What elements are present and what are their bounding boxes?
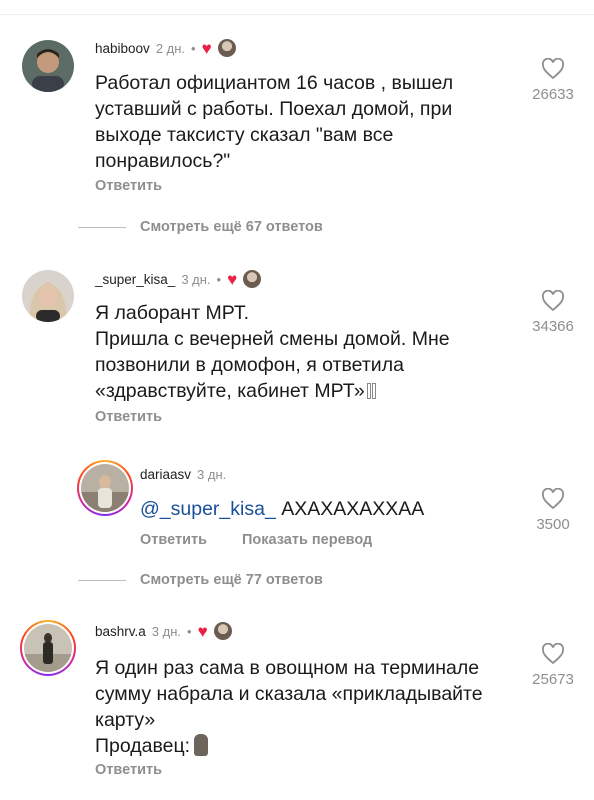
top-divider [0, 14, 594, 15]
divider-line [78, 226, 126, 228]
username[interactable]: habiboov [95, 41, 150, 56]
avatar[interactable] [24, 624, 72, 672]
like-count: 3500 [536, 516, 570, 533]
author-avatar-mini [243, 270, 262, 288]
comment-text: Я лаборант МРТ. Пришла с вечерней смены … [95, 300, 450, 404]
view-more-replies[interactable]: Смотреть ещё 77 ответов [78, 572, 323, 588]
reply-text: @_super_kisa_ АХАХАХАХХАА [140, 496, 424, 522]
divider-line [78, 579, 126, 581]
like-button[interactable]: 3500 [523, 488, 583, 533]
emoji-placeholder-icon [371, 383, 376, 399]
moai-emoji-icon [194, 734, 209, 756]
comment-text: Работал официантом 16 часов , вышел уста… [95, 72, 454, 172]
story-ring[interactable] [20, 620, 76, 676]
like-button[interactable]: 26633 [523, 58, 583, 103]
heart-outline-icon[interactable] [541, 290, 565, 312]
avatar[interactable] [81, 464, 129, 512]
avatar[interactable] [22, 270, 74, 322]
username[interactable]: dariaasv [140, 467, 191, 482]
timestamp: 3 дн. [197, 467, 227, 482]
like-count: 26633 [532, 86, 574, 103]
like-button[interactable]: 34366 [523, 290, 583, 335]
author-liked-heart-icon: ♥ [197, 621, 208, 641]
author-liked-heart-icon: ♥ [201, 38, 212, 58]
comment-text: Я один раз сама в овощном на терминале с… [95, 655, 483, 759]
timestamp: 3 дн. [151, 623, 181, 639]
view-more-replies[interactable]: Смотреть ещё 67 ответов [78, 219, 323, 235]
username[interactable]: _super_kisa_ [95, 272, 175, 287]
view-more-replies-label[interactable]: Смотреть ещё 77 ответов [140, 572, 323, 588]
separator-dot: • [187, 623, 192, 639]
view-more-replies-label[interactable]: Смотреть ещё 67 ответов [140, 219, 323, 235]
author-avatar-mini [213, 622, 232, 640]
heart-outline-icon[interactable] [541, 488, 565, 510]
heart-outline-icon[interactable] [541, 58, 565, 80]
story-ring[interactable] [77, 460, 133, 516]
reply-text-body: АХАХАХАХХАА [275, 498, 425, 520]
like-count: 25673 [532, 671, 574, 688]
like-count: 34366 [532, 318, 574, 335]
reply-button[interactable]: Ответить [95, 762, 162, 778]
separator-dot: • [216, 271, 222, 287]
comment-text-body: Я один раз сама в овощном на терминале с… [95, 657, 483, 757]
reply-button[interactable]: Ответить [140, 532, 207, 548]
separator-dot: • [191, 40, 196, 56]
avatar[interactable] [22, 40, 74, 92]
timestamp: 3 дн. [181, 271, 211, 287]
like-button[interactable]: 25673 [523, 643, 583, 688]
timestamp: 2 дн. [155, 40, 186, 56]
author-liked-heart-icon: ♥ [227, 269, 238, 289]
comment-text-body: Я лаборант МРТ. Пришла с вечерней смены … [95, 302, 450, 402]
mention-link[interactable]: @_super_kisa_ [140, 498, 276, 520]
reply-button[interactable]: Ответить [95, 178, 162, 194]
show-translation-button[interactable]: Показать перевод [242, 532, 372, 548]
emoji-placeholder-icon [366, 383, 371, 399]
heart-outline-icon[interactable] [541, 643, 565, 665]
author-avatar-mini [217, 39, 236, 57]
reply-button[interactable]: Ответить [95, 409, 162, 425]
username[interactable]: bashrv.a [95, 624, 146, 639]
